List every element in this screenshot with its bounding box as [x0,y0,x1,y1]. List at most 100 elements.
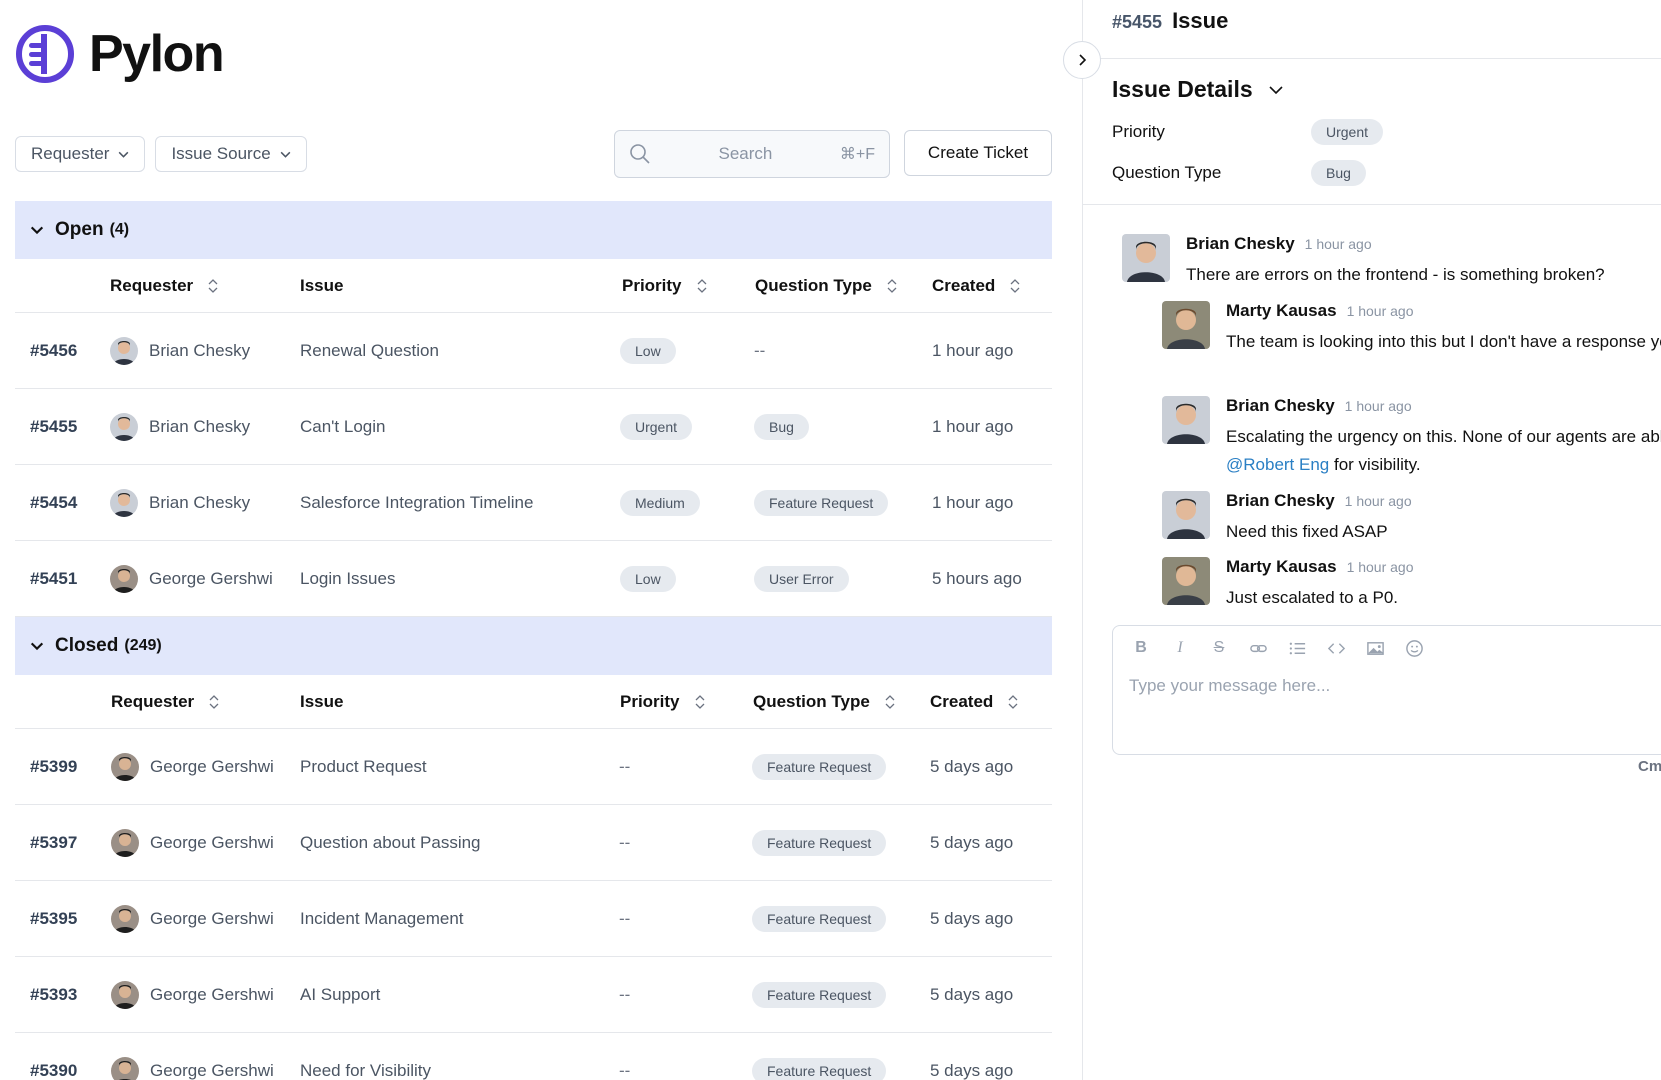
message-composer[interactable]: B I S Type your message here... [1112,625,1661,755]
question-type-cell: Feature Request [752,881,887,957]
question-type-cell: User Error [754,541,849,617]
divider [1083,204,1661,205]
message-author: Brian Chesky [1226,491,1335,510]
create-ticket-button[interactable]: Create Ticket [904,130,1052,176]
search-shortcut: ⌘+F [839,146,875,163]
open-group-header[interactable]: Open (4) [15,201,1052,259]
issue-name: Issue [1172,8,1229,33]
column-question-type[interactable]: Question Type [755,259,898,313]
requester-name: George Gershwi [150,833,274,852]
question-type-badge: Feature Request [752,830,887,856]
column-created[interactable]: Created [930,675,1019,729]
question-type-badge: Feature Request [752,1058,887,1080]
image-icon[interactable] [1365,638,1385,658]
table-row[interactable]: #5455 Brian Chesky Can't Login Urgent Bu… [15,389,1052,465]
issue-cell: Renewal Question [300,341,439,360]
chevron-down-icon [1269,85,1283,94]
question-type-cell: Bug [754,389,809,465]
priority-cell: -- [619,985,631,1004]
message-text: Need this fixed ASAP [1226,522,1388,541]
requester-cell: George Gershwi [111,957,274,1033]
table-row[interactable]: #5390 George Gershwi Need for Visibility… [15,1033,1052,1080]
column-requester[interactable]: Requester [111,675,220,729]
issue-details-toggle[interactable]: Issue Details [1112,76,1285,103]
message-header: Marty Kausas 1 hour ago [1226,301,1414,321]
column-label: Requester [111,692,195,711]
issue-cell: Need for Visibility [300,1061,432,1080]
group-count: (4) [109,221,130,238]
message-text-part: for visibility. [1329,455,1421,474]
closed-group-header[interactable]: Closed (249) [15,617,1052,675]
ticket-id: #5390 [30,1061,78,1080]
pylon-logo-icon [16,25,74,83]
column-priority[interactable]: Priority [620,675,706,729]
sort-icon [1008,695,1018,709]
issue-detail-pane: #5455 Issue Issue Details Priority Urgen… [1082,0,1661,1080]
issue-cell: Incident Management [300,909,464,928]
table-row[interactable]: #5397 George Gershwi Question about Pass… [15,805,1052,881]
question-type-badge: Feature Request [754,490,889,516]
priority-cell: -- [619,833,631,852]
column-priority[interactable]: Priority [622,259,708,313]
priority-cell: Low [620,541,676,617]
requester-filter[interactable]: Requester [15,136,146,172]
column-created[interactable]: Created [932,259,1021,313]
table-row[interactable]: #5451 George Gershwi Login Issues Low Us… [15,541,1052,617]
requester-name: George Gershwi [150,985,274,1004]
priority-cell: -- [619,909,631,928]
requester-name: Brian Chesky [149,417,251,436]
table-row[interactable]: #5395 George Gershwi Incident Management… [15,881,1052,957]
list-icon[interactable] [1287,638,1307,658]
requester-cell: George Gershwi [111,805,274,881]
formatting-toolbar: B I S [1131,638,1424,658]
sort-icon [695,695,704,709]
italic-icon[interactable]: I [1170,638,1190,658]
table-row[interactable]: #5399 George Gershwi Product Request -- … [15,729,1052,805]
created-cell: 1 hour ago [932,417,1014,436]
code-icon[interactable] [1326,638,1346,658]
strikethrough-icon[interactable]: S [1209,638,1229,658]
question-type-badge[interactable]: Bug [1311,160,1366,186]
table-row[interactable]: #5456 Brian Chesky Renewal Question Low … [15,313,1052,389]
ticket-id: #5397 [30,833,78,852]
table-row[interactable]: #5393 George Gershwi AI Support -- Featu… [15,957,1052,1033]
message-text: There are errors on the frontend - is so… [1186,265,1605,284]
message-author: Brian Chesky [1186,234,1295,253]
avatar [110,337,138,365]
issue-source-filter[interactable]: Issue Source [155,136,307,172]
logo: Pylon [15,24,225,84]
table-row[interactable]: #5454 Brian Chesky Salesforce Integratio… [15,465,1052,541]
priority-badge: Medium [620,490,700,516]
message-author: Marty Kausas [1226,557,1337,576]
sort-icon [887,279,897,293]
emoji-icon[interactable] [1404,638,1424,658]
issue-cell: AI Support [300,985,381,1004]
search-input[interactable]: Search ⌘+F [614,130,890,178]
column-requester[interactable]: Requester [110,259,219,313]
created-cell: 5 days ago [930,833,1014,852]
question-type-cell: Feature Request [752,957,887,1033]
chevron-down-icon [30,642,44,651]
composer-placeholder: Type your message here... [1129,676,1331,695]
priority-badge[interactable]: Urgent [1311,119,1384,145]
column-label: Question Type [755,276,872,295]
requester-name: Brian Chesky [149,341,251,360]
requester-name: George Gershwi [150,909,274,928]
ticket-id: #5393 [30,985,78,1004]
question-type-badge: User Error [754,566,849,592]
send-shortcut-hint: Cm [1638,758,1661,775]
group-title: Open [55,219,104,240]
field-label: Priority [1112,122,1165,141]
link-icon[interactable] [1248,638,1268,658]
bold-icon[interactable]: B [1131,638,1151,658]
requester-cell: George Gershwi [111,1033,274,1080]
column-question-type[interactable]: Question Type [753,675,896,729]
column-label: Created [932,276,996,295]
user-mention[interactable]: @Robert Eng [1226,455,1329,474]
requester-name: George Gershwi [149,569,273,588]
question-type-cell: Feature Request [754,465,889,541]
collapse-panel-button[interactable] [1063,41,1101,79]
message-text: Just escalated to a P0. [1226,588,1398,607]
ticket-id: #5451 [30,569,78,588]
column-label: Question Type [753,692,870,711]
